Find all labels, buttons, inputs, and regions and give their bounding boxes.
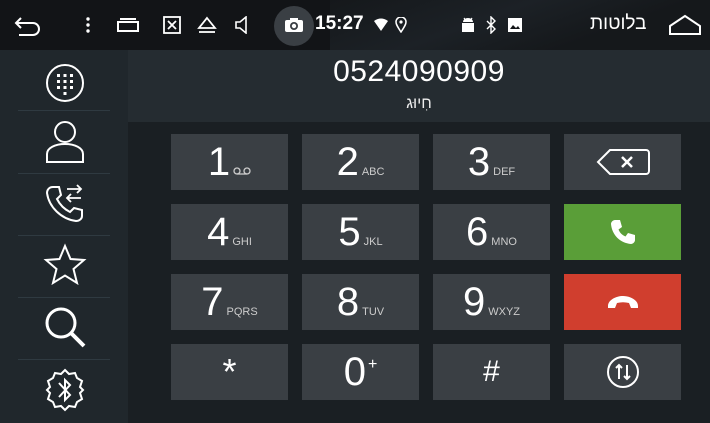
- key-8[interactable]: 8 TUV: [302, 274, 419, 330]
- status-bar: 15:27 בלוטות: [0, 0, 710, 50]
- call-button[interactable]: [564, 204, 681, 260]
- status-time: 15:27: [315, 13, 364, 34]
- hang-up-icon: [607, 296, 638, 308]
- key-3[interactable]: 3 DEF: [433, 134, 550, 190]
- volume-icon[interactable]: [230, 0, 254, 50]
- contacts-icon[interactable]: [37, 113, 92, 168]
- dialed-number: 0524090909: [333, 55, 505, 88]
- image-icon: [506, 0, 524, 50]
- end-call-button[interactable]: [564, 274, 681, 330]
- favorites-icon[interactable]: [37, 237, 92, 292]
- swap-button[interactable]: [564, 344, 681, 400]
- menu-dots-icon[interactable]: [80, 0, 96, 50]
- key-hash[interactable]: #: [433, 344, 550, 400]
- key-6[interactable]: 6 MNO: [433, 204, 550, 260]
- key-0[interactable]: 0 +: [302, 344, 419, 400]
- bluetooth-icon: [482, 0, 500, 50]
- phone-icon: [610, 220, 635, 244]
- key-5[interactable]: 5 JKL: [302, 204, 419, 260]
- camera-icon[interactable]: [282, 0, 306, 50]
- key-4[interactable]: 4 GHI: [171, 204, 288, 260]
- backspace-icon: [596, 149, 650, 175]
- search-icon[interactable]: [37, 299, 92, 354]
- key-star[interactable]: *: [171, 344, 288, 400]
- location-icon: [393, 0, 409, 50]
- bluetooth-settings-icon[interactable]: [37, 362, 92, 417]
- home-icon[interactable]: [665, 0, 705, 50]
- back-icon[interactable]: [10, 0, 46, 50]
- sidebar: [0, 50, 128, 423]
- language-label: בלוטות: [590, 13, 647, 34]
- dialpad-icon[interactable]: [37, 55, 92, 110]
- android-icon: [458, 0, 478, 50]
- wifi-icon: [372, 0, 390, 50]
- close-box-icon[interactable]: [160, 0, 184, 50]
- recent-apps-icon[interactable]: [114, 0, 142, 50]
- key-2[interactable]: 2 ABC: [302, 134, 419, 190]
- backspace-button[interactable]: [564, 134, 681, 190]
- key-9[interactable]: 9 WXYZ: [433, 274, 550, 330]
- key-1[interactable]: 1: [171, 134, 288, 190]
- call-status: חִיוּג: [406, 95, 432, 112]
- voicemail-icon: [233, 166, 251, 178]
- call-log-icon[interactable]: [37, 175, 92, 230]
- swap-arrows-icon: [606, 356, 639, 388]
- eject-icon[interactable]: [195, 0, 219, 50]
- key-7[interactable]: 7 PQRS: [171, 274, 288, 330]
